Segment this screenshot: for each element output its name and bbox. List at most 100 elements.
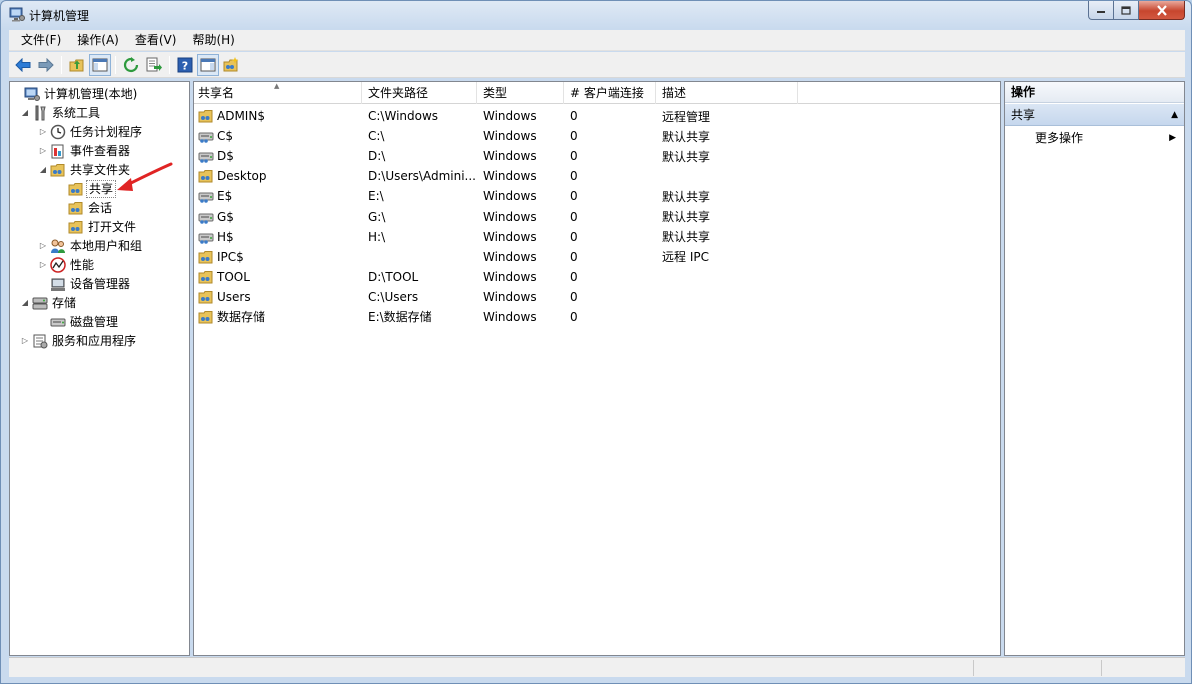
cell-share-name: D$ <box>194 149 362 163</box>
tree-item[interactable]: ▷ 本地用户和组 <box>12 236 188 255</box>
column-header-share-name[interactable]: ▲ 共享名 <box>194 82 362 104</box>
table-row[interactable]: D$ D:\ Windows 0 默认共享 <box>194 146 1000 166</box>
tree-item-label: 服务和应用程序 <box>52 333 137 348</box>
tree-item[interactable]: 磁盘管理 <box>12 312 188 331</box>
tree-item-label: 计算机管理(本地) <box>44 86 138 101</box>
up-level-button[interactable] <box>66 54 88 76</box>
tree-item[interactable]: 会话 <box>12 198 188 217</box>
folder-share-icon <box>198 250 217 264</box>
title-bar[interactable]: 计算机管理 <box>1 1 1191 29</box>
column-header-description[interactable]: 描述 <box>656 82 798 104</box>
tree-item[interactable]: ▷ 性能 <box>12 255 188 274</box>
expand-triangle-icon[interactable]: ▷ <box>38 241 48 251</box>
export-list-button[interactable] <box>143 54 165 76</box>
back-button[interactable] <box>12 54 34 76</box>
cell-client-connections: 0 <box>570 269 578 284</box>
cell-share-name: H$ <box>194 230 362 244</box>
table-row[interactable]: Users C:\Users Windows 0 <box>194 287 1000 307</box>
collapse-up-icon[interactable]: ▲ <box>1171 104 1178 126</box>
more-actions-item[interactable]: 更多操作 ▶ <box>1005 128 1184 148</box>
show-hide-tree-icon <box>92 58 108 71</box>
new-share-icon <box>223 56 239 71</box>
table-row[interactable]: 数据存储 E:\数据存储 Windows 0 <box>194 307 1000 327</box>
table-row[interactable]: IPC$ Windows 0 远程 IPC <box>194 247 1000 267</box>
table-row[interactable]: Desktop D:\Users\Admini... Windows 0 <box>194 166 1000 186</box>
new-share-button[interactable] <box>220 54 242 76</box>
table-row[interactable]: H$ H:\ Windows 0 默认共享 <box>194 227 1000 247</box>
tree-item[interactable]: ◢ 存储 <box>12 293 188 312</box>
share-name: D$ <box>217 149 234 164</box>
show-hide-console-tree-button[interactable] <box>89 53 111 76</box>
share-name: Desktop <box>217 169 267 184</box>
tree-item[interactable]: 设备管理器 <box>12 274 188 293</box>
cell-share-name: IPC$ <box>194 250 362 264</box>
minimize-icon <box>1097 11 1105 13</box>
computer-management-icon <box>24 86 40 102</box>
cell-folder-path: C:\Users <box>368 289 419 304</box>
show-hide-action-pane-button[interactable] <box>197 53 219 76</box>
disk-management-icon <box>50 314 66 330</box>
column-header-client-connections[interactable]: # 客户端连接 <box>564 82 656 104</box>
table-row[interactable]: ADMIN$ C:\Windows Windows 0 远程管理 <box>194 106 1000 126</box>
tree-item-label: 会话 <box>88 200 113 215</box>
annotation-arrow <box>117 162 173 191</box>
cell-type: Windows <box>483 309 537 324</box>
collapse-triangle-icon[interactable]: ◢ <box>38 165 48 175</box>
close-button[interactable] <box>1139 1 1185 20</box>
tree-item[interactable]: ▷ 事件查看器 <box>12 141 188 160</box>
cell-client-connections: 0 <box>570 189 578 204</box>
share-name: ADMIN$ <box>217 109 265 124</box>
cell-type: Windows <box>483 229 537 244</box>
services-icon <box>32 333 48 349</box>
tree-item[interactable]: 计算机管理(本地) <box>12 84 188 103</box>
collapse-triangle-icon[interactable]: ◢ <box>20 108 30 118</box>
menu-view[interactable]: 查看(V) <box>127 30 185 50</box>
expand-triangle-icon[interactable]: ▷ <box>38 146 48 156</box>
cell-type: Windows <box>483 209 537 224</box>
tree-item-label: 性能 <box>70 257 95 272</box>
forward-button[interactable] <box>35 54 57 76</box>
action-section-share[interactable]: 共享 ▲ <box>1005 104 1184 126</box>
menu-help[interactable]: 帮助(H) <box>184 30 242 50</box>
column-header-type[interactable]: 类型 <box>477 82 564 104</box>
cell-folder-path: D:\ <box>368 149 386 164</box>
tree-item[interactable]: ▷ 任务计划程序 <box>12 122 188 141</box>
menu-action[interactable]: 操作(A) <box>69 30 127 50</box>
minimize-button[interactable] <box>1088 1 1114 20</box>
storage-icon <box>32 295 48 311</box>
cell-client-connections: 0 <box>570 289 578 304</box>
tree-item-label: 存储 <box>52 295 77 310</box>
maximize-button[interactable] <box>1114 1 1139 20</box>
expand-triangle-icon[interactable]: ▷ <box>38 260 48 270</box>
table-row[interactable]: E$ E:\ Windows 0 默认共享 <box>194 186 1000 206</box>
refresh-button[interactable] <box>120 54 142 76</box>
toolbar-separator <box>61 55 62 74</box>
cell-share-name: 数据存储 <box>194 308 362 325</box>
forward-arrow-icon <box>38 57 54 72</box>
folder-share-icon <box>198 169 217 183</box>
tree-item[interactable]: ▷ 服务和应用程序 <box>12 331 188 350</box>
expand-triangle-icon[interactable]: ▷ <box>20 336 30 346</box>
action-section-label: 共享 <box>1011 108 1036 122</box>
column-header-folder-path[interactable]: 文件夹路径 <box>362 82 477 104</box>
menu-file[interactable]: 文件(F) <box>13 30 69 50</box>
table-row[interactable]: G$ G:\ Windows 0 默认共享 <box>194 206 1000 226</box>
drive-share-icon <box>198 230 217 244</box>
collapse-triangle-icon[interactable]: ◢ <box>20 298 30 308</box>
toolbar-separator <box>115 55 116 74</box>
table-row[interactable]: TOOL D:\TOOL Windows 0 <box>194 267 1000 287</box>
help-button[interactable]: ? <box>174 54 196 76</box>
tree-item[interactable]: ◢ 系统工具 <box>12 103 188 122</box>
table-row[interactable]: C$ C:\ Windows 0 默认共享 <box>194 126 1000 146</box>
expand-triangle-icon[interactable]: ▷ <box>38 127 48 137</box>
action-pane-title: 操作 <box>1005 82 1184 103</box>
cell-description: 默认共享 <box>662 210 711 225</box>
action-pane: 操作 共享 ▲ 更多操作 ▶ <box>1004 81 1185 656</box>
computer-management-icon <box>9 7 25 22</box>
shares-list-pane: ▲ 共享名 文件夹路径 类型 # 客户端连接 描述 ADMIN$ C:\Windo… <box>193 81 1001 656</box>
tree-item[interactable]: 打开文件 <box>12 217 188 236</box>
show-hide-action-pane-icon <box>200 58 216 71</box>
tree-item-label: 共享 <box>86 179 117 198</box>
